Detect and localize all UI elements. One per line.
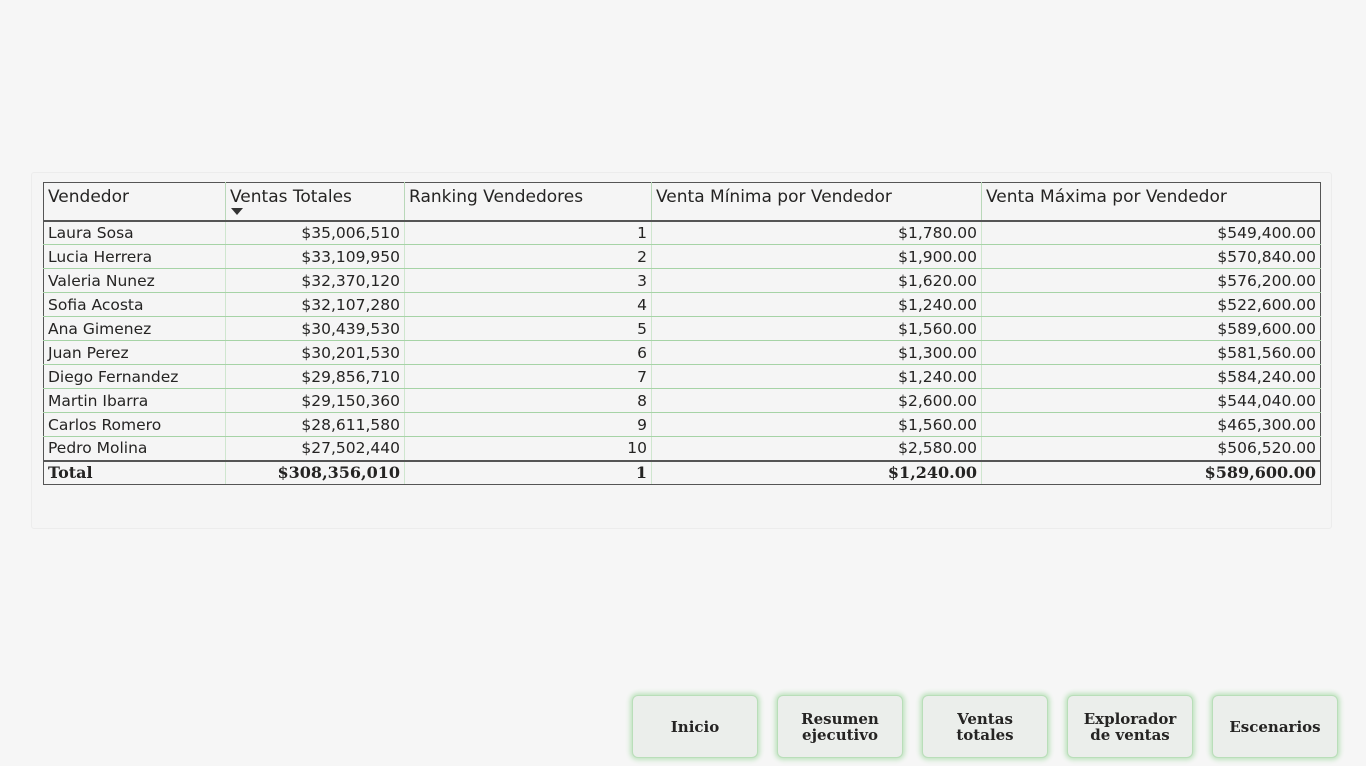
table-row: Juan Perez $30,201,530 6 $1,300.00 $581,… — [43, 340, 1321, 365]
cell-ranking: 6 — [404, 340, 652, 365]
cell-venta-maxima: $549,400.00 — [981, 220, 1321, 245]
cell-venta-minima: $1,620.00 — [651, 268, 982, 293]
table-total-row: Total $308,356,010 1 $1,240.00 $589,600.… — [43, 460, 1321, 485]
cell-venta-minima: $2,600.00 — [651, 388, 982, 413]
cell-ventas-totales: $33,109,950 — [225, 244, 405, 269]
total-ventas-totales: $308,356,010 — [225, 460, 405, 485]
explorador-de-ventas-button[interactable]: Explorador de ventas — [1067, 695, 1193, 758]
table-row: Martin Ibarra $29,150,360 8 $2,600.00 $5… — [43, 388, 1321, 413]
cell-vendedor: Diego Fernandez — [43, 364, 226, 389]
cell-venta-maxima: $506,520.00 — [981, 436, 1321, 462]
table-row: Ana Gimenez $30,439,530 5 $1,560.00 $589… — [43, 316, 1321, 341]
total-venta-maxima: $589,600.00 — [981, 460, 1321, 485]
cell-ranking: 2 — [404, 244, 652, 269]
resumen-ejecutivo-button[interactable]: Resumen ejecutivo — [777, 695, 903, 758]
total-label: Total — [43, 460, 226, 485]
cell-venta-maxima: $570,840.00 — [981, 244, 1321, 269]
cell-vendedor: Martin Ibarra — [43, 388, 226, 413]
sort-descending-icon[interactable] — [231, 208, 243, 215]
cell-ranking: 5 — [404, 316, 652, 341]
cell-ventas-totales: $29,856,710 — [225, 364, 405, 389]
cell-ranking: 3 — [404, 268, 652, 293]
cell-vendedor: Lucia Herrera — [43, 244, 226, 269]
cell-venta-minima: $1,780.00 — [651, 220, 982, 245]
table-row: Sofia Acosta $32,107,280 4 $1,240.00 $52… — [43, 292, 1321, 317]
total-ranking: 1 — [404, 460, 652, 485]
cell-vendedor: Sofia Acosta — [43, 292, 226, 317]
inicio-button[interactable]: Inicio — [632, 695, 758, 758]
cell-venta-minima: $1,240.00 — [651, 364, 982, 389]
cell-venta-maxima: $581,560.00 — [981, 340, 1321, 365]
total-venta-minima: $1,240.00 — [651, 460, 982, 485]
cell-ranking: 7 — [404, 364, 652, 389]
cell-venta-minima: $1,900.00 — [651, 244, 982, 269]
cell-vendedor: Valeria Nunez — [43, 268, 226, 293]
cell-ranking: 10 — [404, 436, 652, 462]
cell-vendedor: Ana Gimenez — [43, 316, 226, 341]
cell-venta-maxima: $544,040.00 — [981, 388, 1321, 413]
cell-ventas-totales: $30,201,530 — [225, 340, 405, 365]
cell-venta-minima: $1,240.00 — [651, 292, 982, 317]
cell-ventas-totales: $35,006,510 — [225, 220, 405, 245]
cell-ranking: 8 — [404, 388, 652, 413]
cell-venta-minima: $2,580.00 — [651, 436, 982, 462]
cell-ventas-totales: $28,611,580 — [225, 412, 405, 437]
column-header-ventas-totales[interactable]: Ventas Totales — [225, 182, 405, 222]
cell-ventas-totales: $27,502,440 — [225, 436, 405, 462]
cell-vendedor: Pedro Molina — [43, 436, 226, 462]
column-header-venta-maxima[interactable]: Venta Máxima por Vendedor — [981, 182, 1321, 222]
cell-ventas-totales: $29,150,360 — [225, 388, 405, 413]
column-header-venta-minima[interactable]: Venta Mínima por Vendedor — [651, 182, 982, 222]
table-header-row: Vendedor Ventas Totales Ranking Vendedor… — [43, 182, 1321, 222]
cell-ranking: 4 — [404, 292, 652, 317]
table-row: Laura Sosa $35,006,510 1 $1,780.00 $549,… — [43, 220, 1321, 245]
cell-vendedor: Carlos Romero — [43, 412, 226, 437]
cell-venta-minima: $1,560.00 — [651, 412, 982, 437]
sales-table: Vendedor Ventas Totales Ranking Vendedor… — [43, 182, 1321, 485]
column-header-label: Ventas Totales — [230, 187, 352, 207]
cell-venta-minima: $1,560.00 — [651, 316, 982, 341]
cell-venta-minima: $1,300.00 — [651, 340, 982, 365]
cell-vendedor: Laura Sosa — [43, 220, 226, 245]
ventas-totales-button[interactable]: Ventas totales — [922, 695, 1048, 758]
cell-venta-maxima: $589,600.00 — [981, 316, 1321, 341]
cell-ventas-totales: $30,439,530 — [225, 316, 405, 341]
cell-venta-maxima: $576,200.00 — [981, 268, 1321, 293]
cell-vendedor: Juan Perez — [43, 340, 226, 365]
cell-ventas-totales: $32,370,120 — [225, 268, 405, 293]
cell-ranking: 9 — [404, 412, 652, 437]
cell-venta-maxima: $522,600.00 — [981, 292, 1321, 317]
cell-ventas-totales: $32,107,280 — [225, 292, 405, 317]
table-row: Valeria Nunez $32,370,120 3 $1,620.00 $5… — [43, 268, 1321, 293]
table-row: Lucia Herrera $33,109,950 2 $1,900.00 $5… — [43, 244, 1321, 269]
table-row: Carlos Romero $28,611,580 9 $1,560.00 $4… — [43, 412, 1321, 437]
cell-venta-maxima: $465,300.00 — [981, 412, 1321, 437]
column-header-ranking[interactable]: Ranking Vendedores — [404, 182, 652, 222]
table-row: Diego Fernandez $29,856,710 7 $1,240.00 … — [43, 364, 1321, 389]
escenarios-button[interactable]: Escenarios — [1212, 695, 1338, 758]
table-row: Pedro Molina $27,502,440 10 $2,580.00 $5… — [43, 436, 1321, 462]
cell-venta-maxima: $584,240.00 — [981, 364, 1321, 389]
column-header-vendedor[interactable]: Vendedor — [43, 182, 226, 222]
cell-ranking: 1 — [404, 220, 652, 245]
